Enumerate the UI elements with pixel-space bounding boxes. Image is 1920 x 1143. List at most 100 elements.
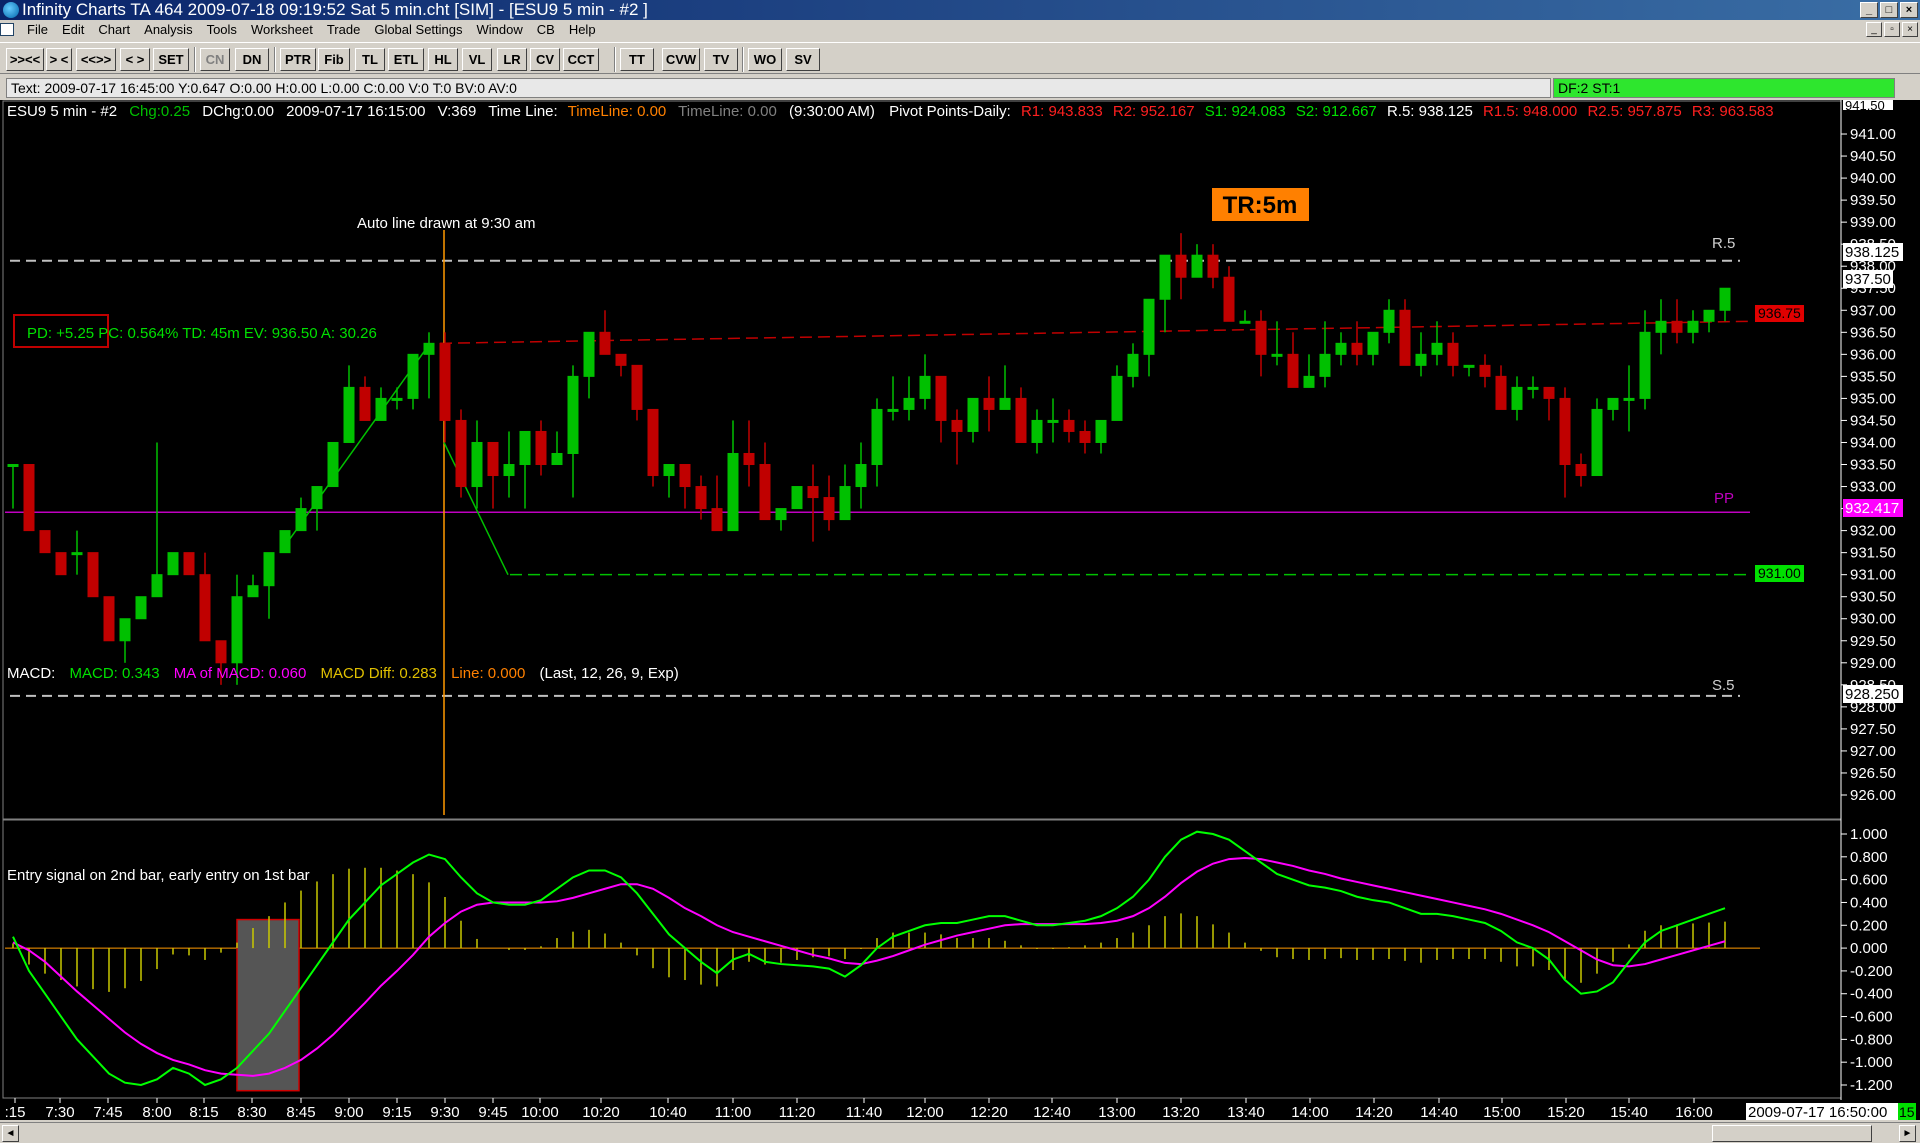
candle-body (839, 486, 851, 521)
toolbar-separator (742, 47, 744, 72)
menu-global-settings[interactable]: Global Settings (367, 20, 469, 40)
macd-axis-label: -0.400 (1850, 986, 1893, 1003)
mdi-minimize-button[interactable]: _ (1866, 22, 1882, 37)
info-bar: Text: 2009-07-17 16:45:00 Y:0.647 O:0.00… (0, 77, 1920, 99)
toolbar-button-6[interactable]: DN (235, 48, 269, 71)
menu-chart[interactable]: Chart (91, 20, 137, 40)
price-axis-label: 936.00 (1850, 346, 1896, 363)
candle-body (567, 375, 579, 454)
toolbar-button-3[interactable]: < > (120, 48, 150, 71)
macd-axis-label: 0.200 (1850, 917, 1888, 934)
candle-body (1399, 309, 1411, 366)
menu-worksheet[interactable]: Worksheet (244, 20, 320, 40)
price-axis-label: 931.00 (1850, 567, 1896, 584)
candle-body (1015, 397, 1027, 443)
toolbar-button-8[interactable]: Fib (318, 48, 350, 71)
toolbar-button-16[interactable]: TT (620, 48, 654, 71)
candle-body (1607, 397, 1619, 410)
time-axis-label: 15:00 (1483, 1104, 1521, 1120)
price-axis-label: 939.50 (1850, 192, 1896, 209)
candle-body (615, 353, 627, 366)
time-axis-label: 8:15 (189, 1104, 218, 1120)
toolbar-button-18[interactable]: TV (704, 48, 738, 71)
toolbar-button-19[interactable]: WO (748, 48, 782, 71)
candle-body (647, 408, 659, 477)
toolbar-button-13[interactable]: LR (497, 48, 527, 71)
candle-body (439, 342, 451, 421)
candle-body (1623, 397, 1635, 401)
maximize-button[interactable]: □ (1880, 2, 1898, 18)
candle-body (1511, 386, 1523, 410)
price-axis-label: 930.50 (1850, 589, 1896, 606)
candle-body (951, 419, 963, 432)
toolbar-button-9[interactable]: TL (355, 48, 385, 71)
toolbar-button-4[interactable]: SET (153, 48, 189, 71)
document-icon[interactable] (0, 23, 14, 36)
menu-file[interactable]: File (20, 20, 55, 40)
price-axis-label: 934.50 (1850, 412, 1896, 429)
scroll-left-icon[interactable]: ◄ (2, 1125, 19, 1142)
menu-analysis[interactable]: Analysis (137, 20, 199, 40)
candle-body (1255, 320, 1267, 355)
toolbar-button-7[interactable]: PTR (280, 48, 316, 71)
toolbar-button-15[interactable]: CCT (563, 48, 599, 71)
toolbar-button-2[interactable]: <<>> (76, 48, 116, 71)
toolbar-button-1[interactable]: > < (46, 48, 72, 71)
entry-signal-annotation: Entry signal on 2nd bar, early entry on … (7, 867, 310, 884)
candle-body (631, 364, 643, 410)
toolbar-button-5[interactable]: CN (200, 48, 230, 71)
window-title: Infinity Charts TA 464 2009-07-18 09:19:… (22, 0, 648, 19)
candle-body (1063, 419, 1075, 432)
candle-body (375, 397, 387, 421)
scroll-thumb[interactable] (1712, 1125, 1872, 1142)
candle-body (679, 464, 691, 488)
close-button[interactable]: × (1900, 2, 1918, 18)
candle-body (23, 464, 35, 532)
chart-area[interactable]: 941.00940.50940.00939.50939.00938.50938.… (0, 98, 1920, 1121)
toolbar-button-10[interactable]: ETL (388, 48, 424, 71)
toolbar-button-20[interactable]: SV (786, 48, 820, 71)
candle-body (1719, 287, 1731, 311)
time-axis-label: 11:00 (715, 1104, 751, 1120)
candle-body (1047, 419, 1059, 423)
time-axis-label: 10:00 (521, 1104, 559, 1120)
menu-help[interactable]: Help (562, 20, 603, 40)
toolbar-button-0[interactable]: >><< (6, 48, 44, 71)
candle-body (391, 397, 403, 401)
candle-body (1431, 342, 1443, 355)
menu-trade[interactable]: Trade (320, 20, 367, 40)
toolbar-button-11[interactable]: HL (428, 48, 458, 71)
toolbar-separator (194, 47, 196, 72)
horizontal-scrollbar[interactable]: ◄ ► (0, 1122, 1920, 1143)
candle-body (503, 464, 515, 477)
menu-cb[interactable]: CB (530, 20, 562, 40)
candle-body (327, 441, 339, 488)
candle-body (599, 331, 611, 355)
time-axis-label: 8:00 (142, 1104, 171, 1120)
candle-body (871, 408, 883, 466)
candle-body (1591, 408, 1603, 477)
candle-body (1319, 353, 1331, 377)
time-axis-label: 16:00 (1675, 1104, 1713, 1120)
time-axis-label: 12:20 (970, 1104, 1008, 1120)
scroll-right-icon[interactable]: ► (1899, 1125, 1916, 1142)
candle-body (1287, 353, 1299, 388)
menu-tools[interactable]: Tools (200, 20, 244, 40)
price-axis-label: 937.00 (1850, 302, 1896, 319)
toolbar-button-17[interactable]: CVW (662, 48, 700, 71)
svg-text:941.50: 941.50 (1845, 100, 1885, 113)
menu-bar: File Edit Chart Analysis Tools Worksheet Trade… (0, 20, 1920, 40)
candle-body (1127, 353, 1139, 377)
toolbar-button-12[interactable]: VL (462, 48, 492, 71)
mdi-restore-button[interactable]: ▫ (1884, 22, 1900, 37)
menu-window[interactable]: Window (470, 20, 530, 40)
toolbar-separator (274, 47, 276, 72)
price-axis-label: 941.00 (1850, 126, 1896, 143)
macd-axis-label: -1.200 (1850, 1077, 1893, 1094)
toolbar-button-14[interactable]: CV (530, 48, 560, 71)
candle-body (583, 331, 595, 377)
time-axis-label: 14:20 (1355, 1104, 1393, 1120)
menu-edit[interactable]: Edit (55, 20, 91, 40)
minimize-button[interactable]: _ (1860, 2, 1878, 18)
mdi-close-button[interactable]: × (1902, 22, 1918, 37)
